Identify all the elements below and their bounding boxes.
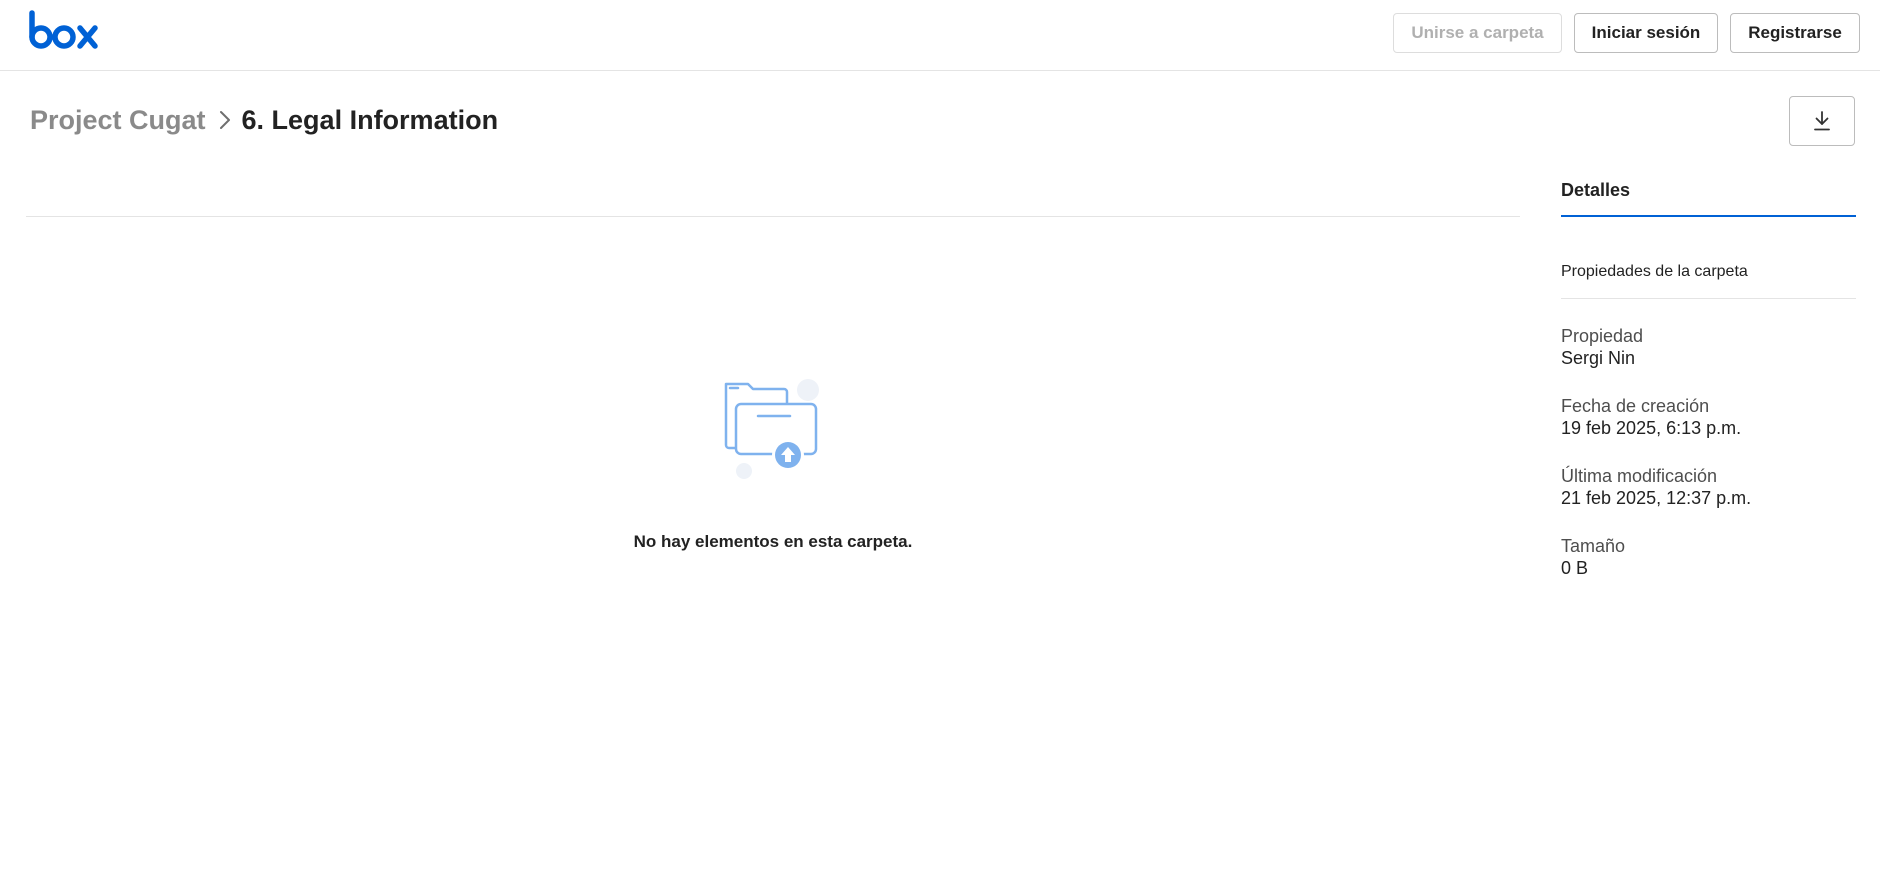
property-value: 0 B (1561, 558, 1589, 578)
folder-properties-heading: Propiedades de la carpeta (1561, 263, 1856, 299)
box-logo[interactable] (27, 10, 99, 50)
download-button[interactable] (1789, 96, 1855, 146)
property-label: Propiedad (1561, 326, 1644, 346)
register-button[interactable]: Registrarse (1730, 13, 1860, 53)
chevron-right-icon (212, 100, 238, 140)
login-button[interactable]: Iniciar sesión (1574, 13, 1718, 53)
property-created-date: Fecha de creación 19 feb 2025, 6:13 p.m. (1561, 395, 1856, 439)
join-folder-button[interactable]: Unirse a carpeta (1393, 13, 1562, 53)
page-title: 6. Legal Information (241, 104, 499, 135)
list-header-divider (26, 216, 1520, 217)
property-size: Tamaño 0 B (1561, 535, 1856, 579)
breadcrumb-parent-link[interactable]: Project Cugat (30, 105, 206, 136)
property-value: 21 feb 2025, 12:37 p.m. (1561, 488, 1752, 508)
empty-state-message: No hay elementos en esta carpeta. (633, 532, 913, 551)
property-modified-date: Última modificación 21 feb 2025, 12:37 p… (1561, 465, 1856, 509)
property-label: Tamaño (1561, 536, 1626, 556)
tab-details[interactable]: Detalles (1561, 170, 1856, 217)
empty-folder-upload-icon (724, 379, 819, 479)
property-value: Sergi Nin (1561, 348, 1636, 368)
top-header: Unirse a carpeta Iniciar sesión Registra… (0, 0, 1880, 71)
property-label: Fecha de creación (1561, 396, 1710, 416)
property-label: Última modificación (1561, 466, 1718, 486)
breadcrumb: Project Cugat 6. Legal Information (30, 100, 498, 140)
download-icon (1814, 111, 1830, 131)
property-owner: Propiedad Sergi Nin (1561, 325, 1856, 369)
property-value: 19 feb 2025, 6:13 p.m. (1561, 418, 1742, 438)
